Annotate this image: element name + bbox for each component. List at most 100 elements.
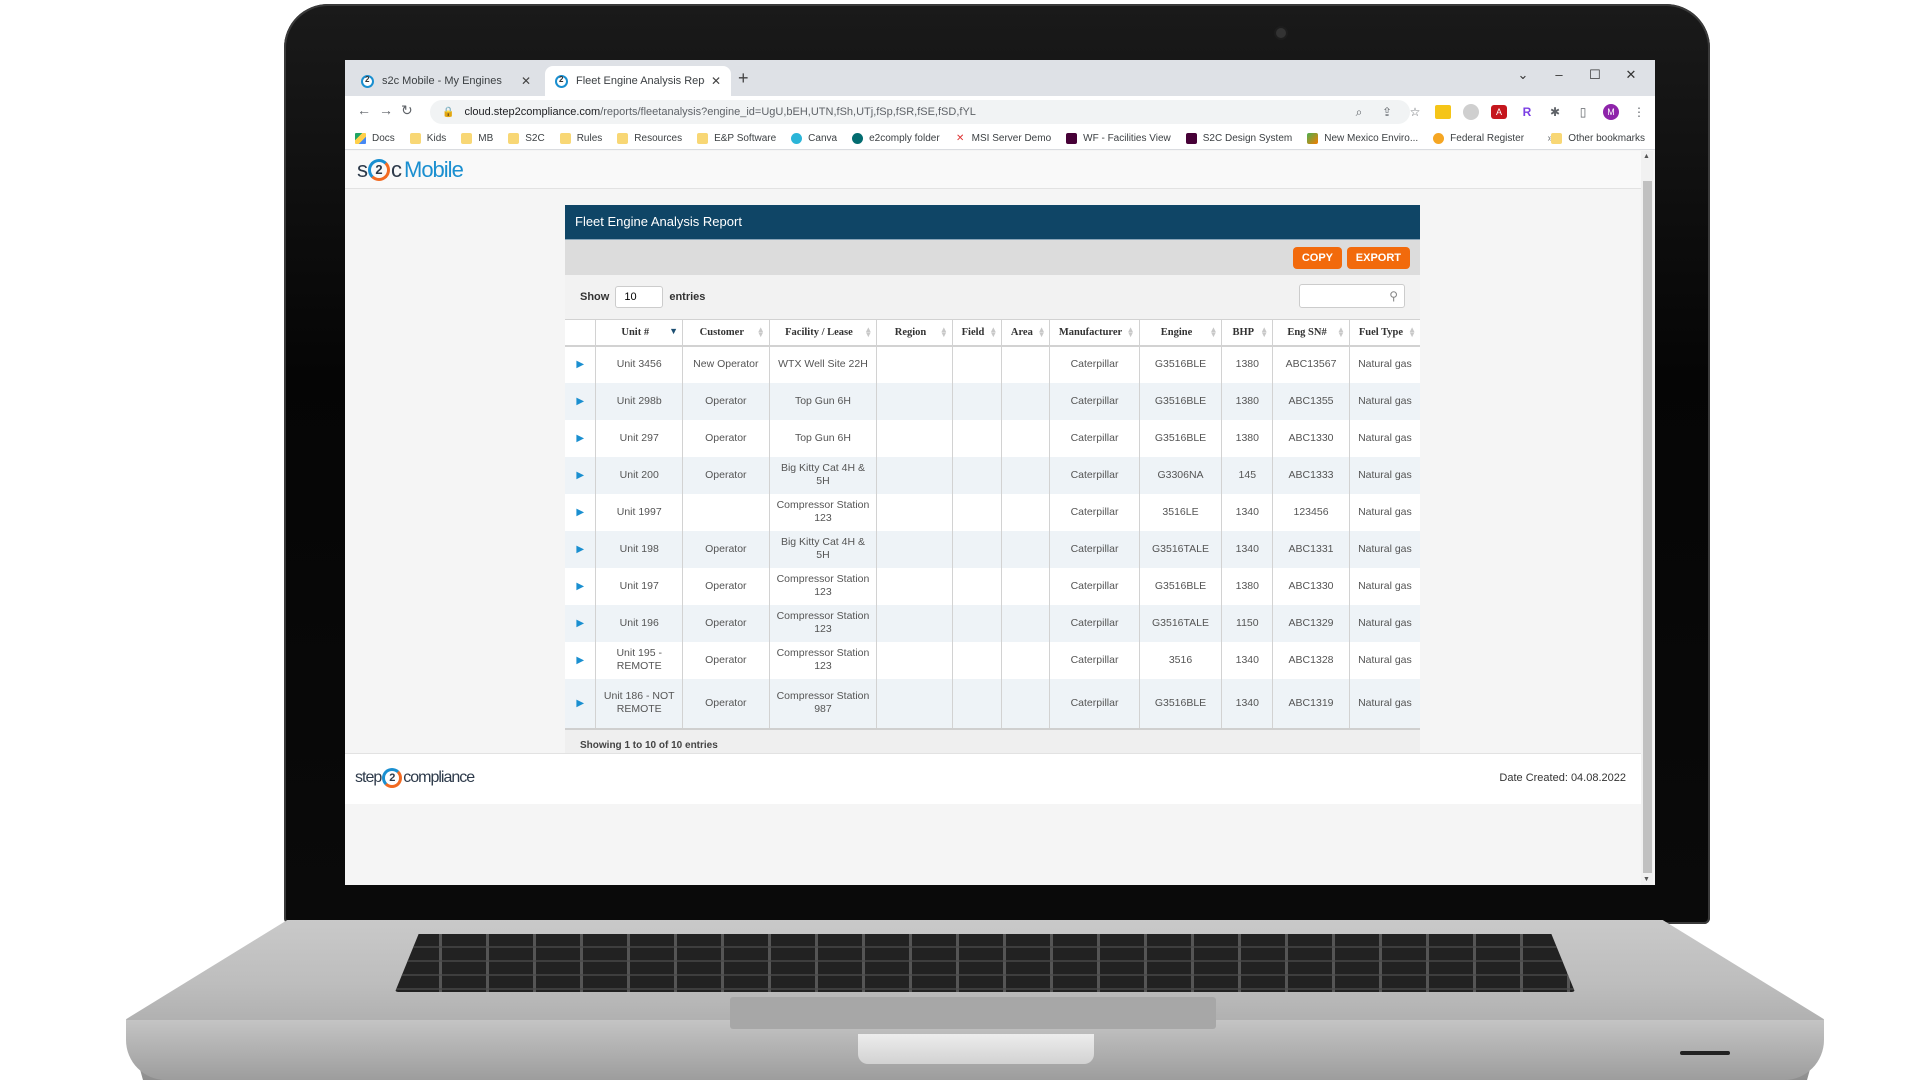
bookmark-item[interactable]: MB [461, 133, 493, 144]
tab-my-engines[interactable]: s2c Mobile - My Engines ✕ [351, 66, 541, 96]
expand-row-icon[interactable]: ▶ [565, 641, 597, 679]
page-scrollbar[interactable]: ▲ ▼ [1641, 151, 1653, 885]
cell-field [952, 604, 1003, 642]
cell-engine: G3516BLE [1139, 382, 1223, 420]
bookmark-item[interactable]: WF - Facilities View [1066, 133, 1171, 144]
cell-sn: ABC1328 [1272, 641, 1350, 679]
copy-button[interactable]: COPY [1292, 247, 1342, 269]
column-header[interactable]: Facility / Lease ▲ ▼ [769, 319, 878, 347]
expand-row-icon[interactable]: ▶ [565, 456, 597, 494]
table-row[interactable]: ▶ Unit 195 - REMOTE Operator Compressor Sta… [565, 641, 1420, 679]
extension-badge-icon[interactable] [1435, 105, 1451, 119]
bookmark-item[interactable]: S2C [508, 133, 545, 144]
expand-row-icon[interactable]: ▶ [565, 678, 597, 730]
expand-row-icon[interactable]: ▶ [565, 382, 597, 420]
search-icon: ⚲ [1389, 289, 1398, 303]
column-header[interactable]: BHP ▲ ▼ [1221, 319, 1274, 347]
close-icon[interactable]: ✕ [711, 74, 721, 88]
expand-row-icon[interactable]: ▶ [565, 567, 597, 605]
cell-customer: New Operator [682, 345, 770, 383]
bookmark-item[interactable]: Rules [559, 133, 602, 144]
bookmark-item[interactable]: ✕ MSI Server Demo [955, 133, 1051, 144]
page-length-input[interactable] [615, 286, 664, 308]
sort-icon: ▲ ▼ [1126, 325, 1135, 339]
expand-row-icon[interactable]: ▶ [565, 345, 597, 383]
bookmark-item[interactable]: Kids [409, 133, 446, 144]
column-header-label: Customer [699, 326, 744, 338]
cell-field [952, 382, 1003, 420]
new-tab-icon[interactable]: + [738, 68, 749, 89]
window-close-icon[interactable]: ✕ [1613, 60, 1649, 90]
cell-region [876, 493, 953, 531]
column-header[interactable]: Manufacturer ▲ ▼ [1049, 319, 1140, 347]
cell-area [1001, 567, 1051, 605]
column-header[interactable]: Engine ▲ ▼ [1139, 319, 1223, 347]
cell-field [952, 678, 1003, 730]
table-row[interactable]: ▶ Unit 200 Operator Big Kitty Cat 4H & 5H Ca… [565, 456, 1420, 494]
logo-2-icon: 2 [368, 159, 390, 181]
column-header[interactable]: Unit # ▼ [595, 319, 684, 347]
bookmark-label: MB [478, 133, 494, 144]
cell-fuel: Natural gas [1349, 604, 1420, 642]
export-button[interactable]: EXPORT [1346, 247, 1410, 269]
table-row[interactable]: ▶ Unit 198 Operator Big Kitty Cat 4H & 5H Ca… [565, 530, 1420, 568]
table-row[interactable]: ▶ Unit 1997 Compressor Station 123 Caterpil… [565, 493, 1420, 531]
drive-icon [355, 133, 366, 144]
bookmark-item[interactable]: Resources [617, 133, 682, 144]
tab-fleet-report[interactable]: Fleet Engine Analysis Report ✕ [545, 66, 731, 96]
logo-s: s [357, 157, 368, 182]
scroll-up-icon[interactable]: ▲ [1643, 153, 1650, 160]
other-bookmarks[interactable]: Other bookmarks [1551, 133, 1645, 144]
table-row[interactable]: ▶ Unit 297 Operator Top Gun 6H Caterpillar G3… [565, 419, 1420, 457]
column-header[interactable]: Field ▲ ▼ [952, 319, 1003, 347]
maximize-icon[interactable]: ☐ [1577, 60, 1613, 90]
tab-search-icon[interactable]: ⌄ [1505, 60, 1541, 90]
bookmark-item[interactable]: E&P Software [697, 133, 776, 144]
column-header[interactable]: Area ▲ ▼ [1001, 319, 1051, 347]
table-row[interactable]: ▶ Unit 196 Operator Compressor Station 123 C… [565, 604, 1420, 642]
bookmark-item[interactable]: New Mexico Enviro... [1307, 133, 1418, 144]
cell-unit: Unit 297 [595, 419, 684, 457]
bookmark-item[interactable]: Canva [791, 133, 837, 144]
table-row[interactable]: ▶ Unit 186 - NOT REMOTE Operator Compressor… [565, 678, 1420, 730]
share-icon[interactable]: ⇪ [1379, 105, 1395, 119]
zoom-icon[interactable]: ⌕ [1351, 105, 1367, 120]
menu-kebab-icon[interactable]: ⋮ [1631, 105, 1647, 119]
r-extension-icon[interactable]: R [1519, 105, 1535, 119]
expand-row-icon[interactable]: ▶ [565, 530, 597, 568]
bookmark-item[interactable]: Federal Register [1433, 133, 1524, 144]
close-icon[interactable]: ✕ [521, 74, 531, 88]
forward-icon[interactable]: → [379, 102, 393, 118]
bookmark-item[interactable]: e2comply folder [852, 133, 940, 144]
column-header[interactable]: Eng SN# ▲ ▼ [1272, 319, 1350, 347]
address-bar[interactable]: 🔒 cloud.step2compliance.com/reports/flee… [430, 100, 1410, 124]
back-icon[interactable]: ← [357, 102, 371, 118]
bookmark-item[interactable]: S2C Design System [1185, 133, 1292, 144]
extensions-puzzle-icon[interactable]: ✱ [1547, 105, 1563, 119]
column-header[interactable]: Fuel Type ▲ ▼ [1349, 319, 1420, 347]
table-search[interactable]: ⚲ [1299, 284, 1405, 308]
bookmark-star-icon[interactable]: ☆ [1407, 105, 1423, 119]
column-header[interactable]: Region ▲ ▼ [876, 319, 953, 347]
column-header[interactable]: Customer ▲ ▼ [682, 319, 770, 347]
s2c-mobile-logo[interactable]: s 2 c Mobile [357, 157, 464, 183]
expand-row-icon[interactable]: ▶ [565, 604, 597, 642]
table-row[interactable]: ▶ Unit 3456 New Operator WTX Well Site 22H C… [565, 345, 1420, 383]
bookmark-label: WF - Facilities View [1083, 133, 1171, 144]
side-panel-icon[interactable]: ▯ [1575, 105, 1591, 119]
step2compliance-logo[interactable]: step 2 compliance [355, 768, 475, 788]
bookmark-item[interactable]: Docs [355, 133, 395, 144]
reload-icon[interactable]: ↻ [401, 102, 413, 119]
extension-gray-icon[interactable] [1463, 104, 1479, 120]
table-row[interactable]: ▶ Unit 298b Operator Top Gun 6H Caterpillar G… [565, 382, 1420, 420]
profile-avatar[interactable]: M [1603, 104, 1619, 120]
expand-row-icon[interactable]: ▶ [565, 493, 597, 531]
minimize-icon[interactable]: – [1541, 60, 1577, 90]
table-row[interactable]: ▶ Unit 197 Operator Compressor Station 123 C… [565, 567, 1420, 605]
cell-sn: 123456 [1272, 493, 1350, 531]
scroll-down-icon[interactable]: ▼ [1643, 876, 1650, 883]
scrollbar-thumb[interactable] [1643, 181, 1652, 873]
expand-row-icon[interactable]: ▶ [565, 419, 597, 457]
acrobat-icon[interactable]: A [1491, 105, 1507, 119]
cell-engine: G3516BLE [1139, 345, 1223, 383]
